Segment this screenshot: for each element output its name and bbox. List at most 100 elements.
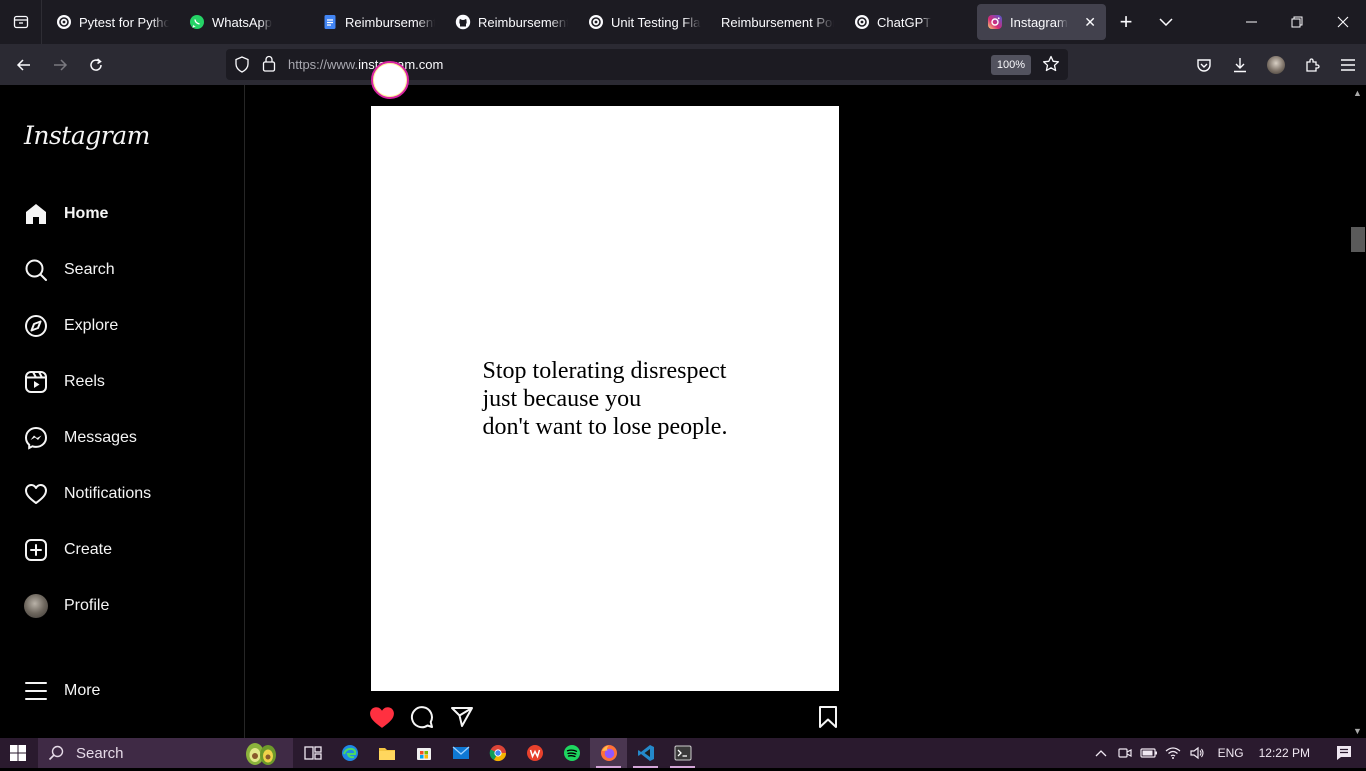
puzzle-icon (1306, 57, 1320, 72)
toolbar-right (1186, 44, 1366, 85)
nav-label: More (64, 682, 101, 699)
share-button[interactable] (448, 703, 476, 731)
whatsapp-icon (189, 14, 205, 30)
compass-icon (24, 314, 48, 338)
terminal-icon (674, 745, 691, 761)
scrollbar-thumb[interactable] (1351, 227, 1365, 252)
reels-icon (24, 370, 48, 394)
nav-reels[interactable]: Reels (12, 358, 232, 406)
mail-icon (452, 746, 469, 759)
save-button[interactable] (814, 703, 842, 731)
network-button[interactable] (1161, 738, 1185, 768)
restore-button[interactable] (1274, 0, 1320, 44)
nav-messages[interactable]: Messages (12, 414, 232, 462)
post-quote-text: Stop tolerating disrespect just because … (483, 357, 728, 441)
tab-title: WhatsApp (212, 14, 272, 30)
tab-pytest[interactable]: Pytest for Python (46, 4, 179, 40)
tab-title: Unit Testing Flask (611, 14, 701, 30)
scroll-down-icon[interactable]: ▼ (1353, 726, 1362, 736)
nav-profile[interactable]: Profile (12, 582, 232, 630)
vscode-icon (637, 745, 654, 761)
spotify-app[interactable] (553, 738, 590, 768)
tab-unit-testing[interactable]: Unit Testing Flask (578, 4, 711, 40)
browser-navigation-bar: https://www.instagram.com 100% (0, 44, 1366, 85)
minimize-button[interactable] (1228, 0, 1274, 44)
folder-icon (378, 748, 395, 760)
notification-center-button[interactable] (1322, 738, 1366, 768)
tab-instagram[interactable]: Instagram ✕ (977, 4, 1106, 40)
account-button[interactable] (1258, 44, 1294, 85)
mail-app[interactable] (442, 738, 479, 768)
nav-search[interactable]: Search (12, 246, 232, 294)
tab-reimbursement-doc[interactable]: Reimbursement P (312, 4, 445, 40)
lock-icon[interactable] (262, 55, 276, 77)
app-menu-button[interactable] (1330, 44, 1366, 85)
like-button[interactable] (368, 703, 396, 731)
show-hidden-icons-button[interactable] (1089, 738, 1113, 768)
downloads-button[interactable] (1222, 44, 1258, 85)
reload-button[interactable] (78, 49, 114, 81)
vscode-app[interactable] (627, 738, 664, 768)
forward-button[interactable] (42, 49, 78, 81)
tab-title: Reimbursement Porta (721, 14, 834, 30)
google-docs-icon (322, 14, 338, 30)
new-tab-button[interactable]: + (1106, 0, 1146, 44)
github-icon (455, 14, 471, 30)
page-scrollbar[interactable]: ▲ ▼ (1349, 85, 1366, 738)
tab-reimbursement-portal[interactable]: Reimbursement Porta (711, 4, 844, 40)
start-button[interactable] (0, 738, 36, 768)
hamburger-icon (1341, 58, 1355, 71)
chrome-app[interactable] (479, 738, 516, 768)
back-button[interactable] (6, 49, 42, 81)
pocket-button[interactable] (1186, 44, 1222, 85)
edge-app[interactable] (331, 738, 368, 768)
terminal-app[interactable] (664, 738, 701, 768)
firefox-app[interactable] (590, 738, 627, 768)
instagram-icon (987, 14, 1003, 30)
tab-title: Reimbursement-P (478, 14, 568, 30)
nav-notifications[interactable]: Notifications (12, 470, 232, 518)
firefox-view-icon (13, 15, 28, 29)
tab-chatgpt[interactable]: ChatGPT (844, 4, 977, 40)
wps-office-app[interactable] (516, 738, 553, 768)
tab-whatsapp[interactable]: WhatsApp (179, 4, 312, 40)
language-indicator[interactable]: ENG (1209, 746, 1253, 760)
clock[interactable]: 12:22 PM (1253, 746, 1322, 760)
nav-create[interactable]: Create (12, 526, 232, 574)
heart-icon (24, 482, 48, 506)
avatar (24, 594, 48, 618)
nav-label: Profile (64, 597, 110, 614)
comment-button[interactable] (408, 703, 436, 731)
nav-explore[interactable]: Explore (12, 302, 232, 350)
close-window-button[interactable] (1320, 0, 1366, 44)
firefox-view-button[interactable] (0, 0, 42, 44)
meet-now-button[interactable] (1113, 738, 1137, 768)
volume-button[interactable] (1185, 738, 1209, 768)
scroll-up-icon[interactable]: ▲ (1353, 88, 1362, 98)
url-prefix: https://www. (288, 57, 359, 72)
nav-label: Reels (64, 373, 105, 390)
list-all-tabs-button[interactable] (1146, 0, 1186, 44)
quote-line: don't want to lose people. (482, 413, 728, 440)
post-image[interactable]: Stop tolerating disrespect just because … (371, 106, 839, 691)
instagram-logo[interactable]: Instagram (24, 121, 150, 150)
close-tab-icon[interactable]: ✕ (1084, 14, 1096, 31)
task-view-button[interactable] (294, 738, 331, 768)
zoom-level-badge[interactable]: 100% (990, 55, 1031, 75)
tab-reimbursement-github[interactable]: Reimbursement-P (445, 4, 578, 40)
post-author-avatar[interactable] (371, 61, 409, 99)
battery-button[interactable] (1137, 738, 1161, 768)
extensions-button[interactable] (1294, 44, 1330, 85)
taskbar-search-box[interactable]: Search (38, 738, 293, 768)
file-explorer-app[interactable] (368, 738, 405, 768)
store-app[interactable] (405, 738, 442, 768)
nav-home[interactable]: Home (12, 190, 232, 238)
pocket-icon (1197, 58, 1211, 72)
firefox-icon (600, 745, 617, 761)
url-bar[interactable]: https://www.instagram.com 100% (226, 49, 1068, 80)
shield-icon[interactable] (234, 56, 250, 78)
heart-filled-icon (370, 707, 394, 728)
bookmark-star-icon[interactable] (1042, 55, 1060, 78)
battery-icon (1140, 748, 1157, 758)
nav-more[interactable]: More (12, 667, 232, 715)
